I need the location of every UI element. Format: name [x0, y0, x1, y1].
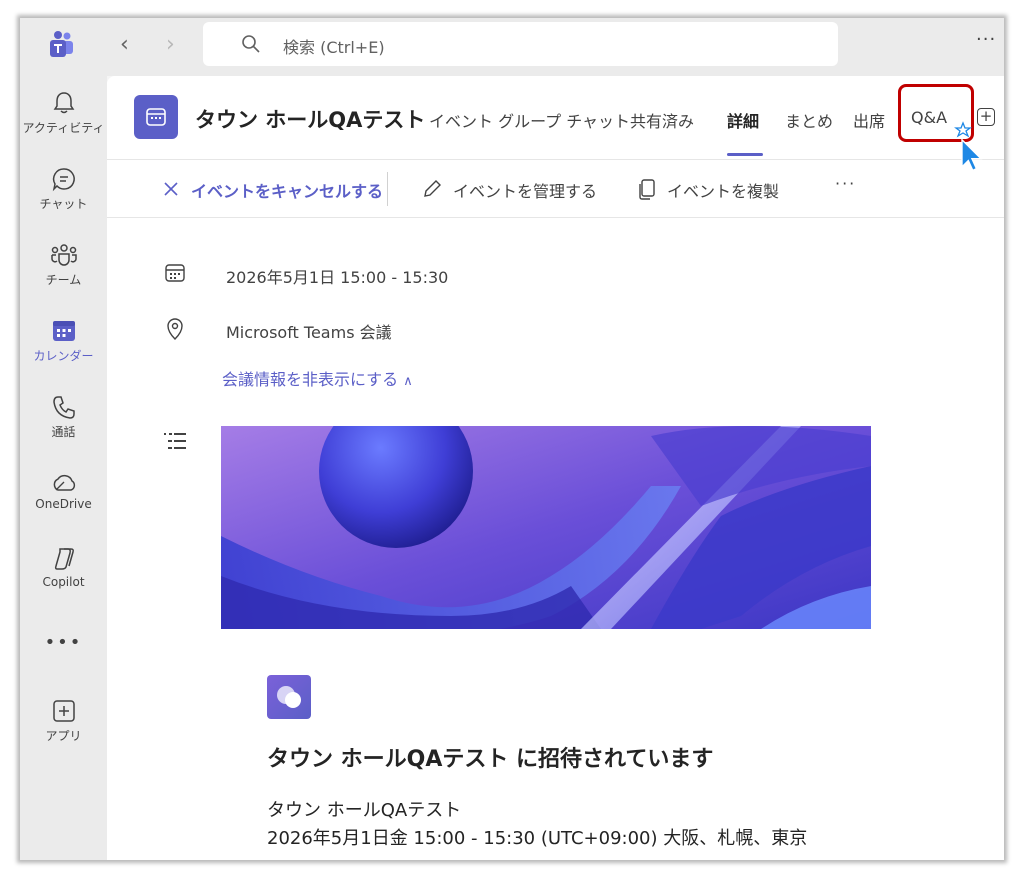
rail-label: アプリ — [45, 729, 82, 743]
calendar-icon — [52, 321, 75, 341]
copilot-icon — [54, 548, 74, 570]
invite-heading: タウン ホールQAテスト に招待されています — [267, 747, 714, 772]
more-options-icon[interactable]: ··· — [976, 29, 996, 50]
plus-square-icon — [52, 700, 75, 722]
chat-icon — [52, 168, 75, 192]
event-banner-image — [221, 426, 871, 629]
phone-icon — [52, 396, 75, 419]
toggle-link-label: 会議情報を非表示にする — [222, 370, 399, 389]
calendar-icon — [165, 264, 185, 282]
cancel-event-button[interactable]: イベントをキャンセルする — [191, 178, 383, 202]
forward-button[interactable]: › — [166, 32, 175, 57]
rail-label: 通話 — [51, 425, 76, 439]
teams-icon — [50, 244, 77, 266]
rail-item-chat[interactable]: チャット — [20, 166, 107, 236]
invite-event-name: タウン ホールQAテスト — [267, 800, 462, 821]
teams-chat-icon — [267, 675, 311, 719]
teams-window: ‹ › 検索 (Ctrl+E) ··· アクティビティ チャット チーム カレン… — [20, 18, 1004, 860]
cloud-icon — [53, 475, 75, 491]
rail-label: アクティビティ — [22, 121, 105, 135]
search-box[interactable]: 検索 (Ctrl+E) — [203, 22, 838, 66]
bell-icon — [53, 92, 74, 114]
rail-item-calendar[interactable]: カレンダー — [20, 318, 107, 388]
search-icon — [242, 35, 260, 53]
rail-label: カレンダー — [33, 349, 94, 363]
invite-event-datetime: 2026年5月1日金 15:00 - 15:30 (UTC+09:00) 大阪、… — [267, 828, 808, 849]
rail-item-onedrive[interactable]: OneDrive — [20, 470, 107, 540]
rail-label: Copilot — [42, 575, 85, 589]
location-pin-icon — [167, 318, 183, 340]
app-rail: アクティビティ チャット チーム カレンダー 通話 OneDrive Copil… — [20, 76, 107, 860]
rail-item-calls[interactable]: 通話 — [20, 394, 107, 464]
rail-item-apps[interactable]: アプリ — [20, 698, 107, 768]
event-title: タウン ホールQAテスト — [195, 108, 426, 132]
tab-attendance[interactable]: 出席 — [853, 108, 885, 132]
more-apps-icon[interactable]: ••• — [20, 632, 107, 653]
event-action-bar: イベントをキャンセルする イベントを管理する イベントを複製 ··· — [107, 160, 1004, 218]
description-list-icon — [164, 433, 186, 449]
event-location: Microsoft Teams 会議 — [226, 323, 392, 342]
manage-event-button[interactable]: イベントを管理する — [453, 178, 597, 202]
rail-label: OneDrive — [35, 497, 92, 511]
main-content: タウン ホールQAテスト イベント グループ チャット 共有済み 詳細 まとめ … — [107, 76, 1004, 860]
rail-label: チーム — [45, 273, 82, 287]
close-icon — [164, 182, 178, 196]
rail-item-teams[interactable]: チーム — [20, 242, 107, 312]
rail-item-copilot[interactable]: Copilot — [20, 546, 107, 616]
event-calendar-icon — [134, 95, 178, 139]
teams-logo-icon[interactable] — [46, 30, 76, 60]
chevron-up-icon: ∧ — [403, 374, 413, 389]
event-header: タウン ホールQAテスト イベント グループ チャット 共有済み 詳細 まとめ … — [107, 76, 1004, 172]
search-input[interactable]: 検索 (Ctrl+E) — [283, 34, 385, 58]
active-tab-indicator — [727, 153, 763, 156]
tab-details[interactable]: 詳細 — [727, 108, 759, 132]
more-actions-icon[interactable]: ··· — [835, 174, 856, 193]
toolbar-divider — [387, 172, 388, 206]
back-button[interactable]: ‹ — [120, 32, 129, 57]
copy-icon — [639, 179, 655, 200]
rail-item-activity[interactable]: アクティビティ — [20, 90, 107, 160]
title-bar: ‹ › 検索 (Ctrl+E) ··· — [20, 18, 1004, 76]
tab-recap[interactable]: まとめ — [785, 108, 833, 132]
duplicate-event-button[interactable]: イベントを複製 — [667, 178, 779, 202]
rail-label: チャット — [39, 197, 88, 211]
tab-shared[interactable]: 共有済み — [630, 108, 694, 132]
event-datetime: 2026年5月1日 15:00 - 15:30 — [226, 268, 449, 287]
hide-meeting-info-link[interactable]: 会議情報を非表示にする ∧ — [222, 366, 413, 390]
tab-event-group-chat[interactable]: イベント グループ チャット — [429, 108, 630, 132]
edit-pencil-icon — [424, 180, 441, 197]
